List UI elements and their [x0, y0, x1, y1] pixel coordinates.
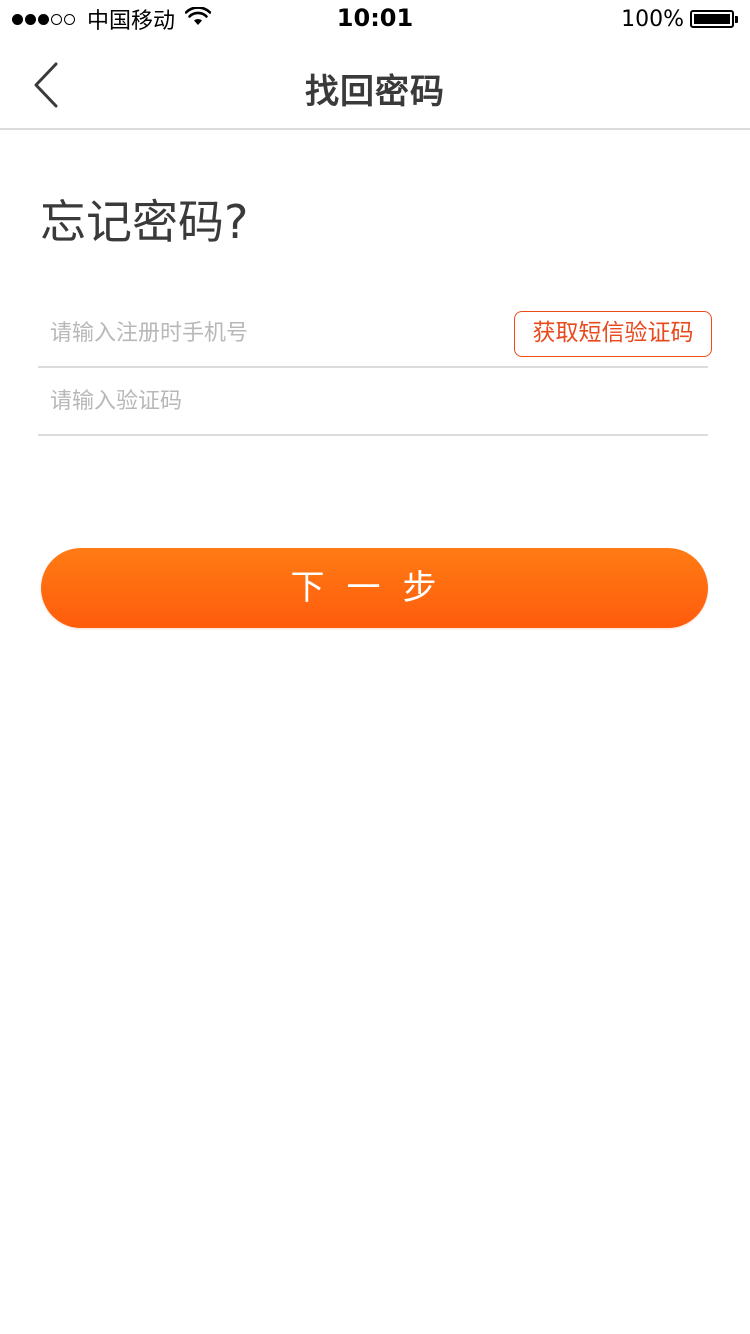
code-field-row [38, 368, 708, 436]
battery-percentage: 100% [621, 6, 684, 32]
navigation-bar: 找回密码 [0, 40, 750, 130]
battery-icon [690, 10, 738, 28]
page-title: 找回密码 [305, 72, 445, 112]
verification-code-input[interactable] [50, 368, 510, 434]
battery-level [694, 14, 730, 24]
status-bar: 中国移动 10:01 100% [0, 0, 750, 40]
phone-number-input[interactable] [50, 300, 510, 366]
get-sms-code-button[interactable]: 获取短信验证码 [514, 311, 712, 357]
phone-field-row: 获取短信验证码 [38, 300, 712, 368]
forgot-password-heading: 忘记密码? [40, 195, 249, 249]
status-right: 100% [621, 4, 738, 34]
next-step-button[interactable]: 下一步 [41, 548, 708, 628]
battery-tip [735, 16, 738, 23]
